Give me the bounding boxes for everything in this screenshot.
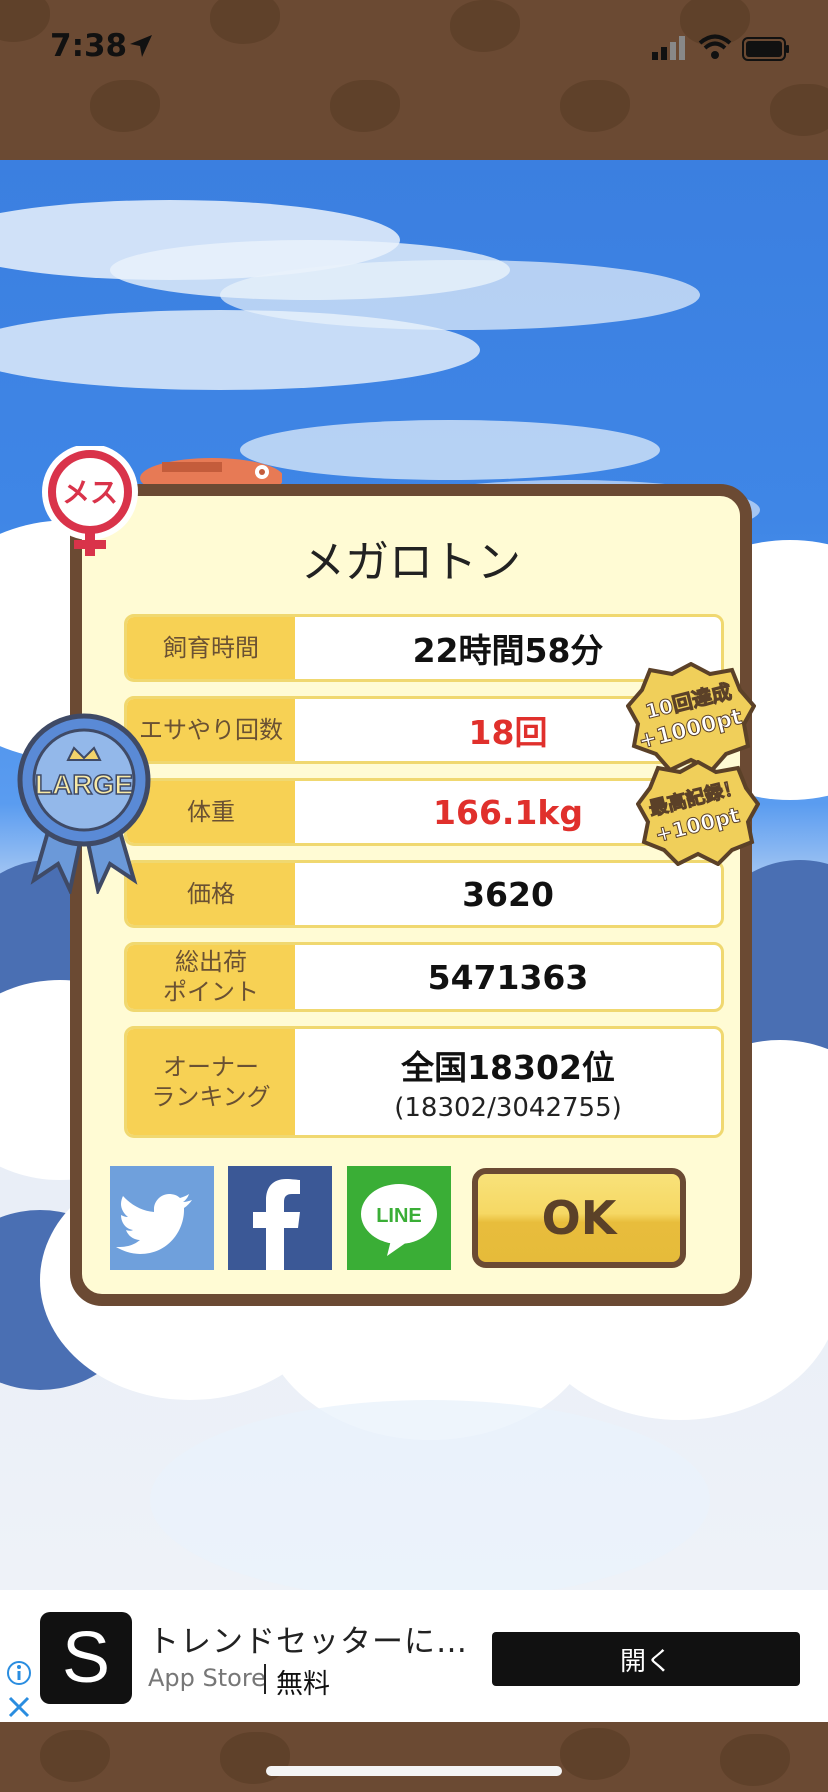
- twitter-share-button[interactable]: [110, 1166, 214, 1270]
- facebook-share-button[interactable]: [228, 1166, 332, 1270]
- location-arrow-icon: [130, 35, 152, 57]
- info-row-weight: 体重 166.1kg: [124, 778, 724, 846]
- bean-pattern: [220, 1732, 290, 1784]
- status-time: 7:38: [50, 28, 128, 64]
- bean-pattern: [720, 1734, 790, 1786]
- bean-pattern: [450, 0, 520, 52]
- bean-pattern: [0, 0, 50, 42]
- row-label-line: オーナー: [163, 1053, 259, 1081]
- ad-info-icon[interactable]: [6, 1660, 32, 1686]
- row-label-line: 総出荷: [175, 948, 247, 976]
- line-logo-text: LINE: [376, 1205, 422, 1227]
- achievement-badge-record: 最高記録！ +100pt: [636, 760, 760, 866]
- ad-price: 無料: [276, 1669, 330, 1700]
- achievement-badge-10-times: 10回達成 +1000pt: [626, 662, 756, 772]
- info-row-price: 価格 3620: [124, 860, 724, 928]
- info-row-total-points: 総出荷 ポイント 5471363: [124, 942, 724, 1012]
- bean-pattern: [90, 80, 160, 132]
- cellular-signal-icon: [652, 36, 685, 60]
- female-gender-badge: メス: [42, 446, 138, 556]
- ad-close-icon[interactable]: [6, 1694, 32, 1720]
- row-value: 3620: [462, 874, 554, 914]
- ranking-detail: (18302/3042755): [394, 1093, 622, 1123]
- row-label-line: ポイント: [163, 978, 259, 1006]
- bottom-pattern-band: [0, 1722, 828, 1792]
- ok-button[interactable]: OK: [472, 1168, 686, 1268]
- line-share-button[interactable]: LINE: [347, 1166, 451, 1270]
- pig-result-dialog: メガロトン 飼育時間 22時間58分 エサやり回数 18回 体重 166.1kg…: [70, 484, 752, 1306]
- gender-label: メス: [62, 476, 118, 509]
- dialog-title: メガロトン: [301, 537, 521, 588]
- row-label: オーナー ランキング: [127, 1029, 295, 1135]
- wifi-icon: [698, 34, 732, 59]
- home-indicator[interactable]: [266, 1766, 562, 1776]
- ribbon-label: LARGE: [35, 769, 133, 800]
- bean-pattern: [560, 1728, 630, 1780]
- bean-pattern: [560, 80, 630, 132]
- bean-pattern: [770, 84, 828, 136]
- row-value: 全国18302位 (18302/3042755): [295, 1029, 721, 1135]
- bean-pattern: [40, 1730, 110, 1782]
- bean-pattern: [210, 0, 280, 44]
- line-app-icon: LINE: [361, 1184, 437, 1256]
- ad-separator: [264, 1664, 266, 1694]
- ad-store-label: App Store: [148, 1664, 266, 1692]
- ad-app-icon[interactable]: S: [40, 1612, 132, 1704]
- row-label-line: ランキング: [151, 1083, 271, 1111]
- row-value: 5471363: [427, 957, 589, 997]
- info-row-owner-ranking: オーナー ランキング 全国18302位 (18302/3042755): [124, 1026, 724, 1138]
- ad-title[interactable]: トレンドセッターに…: [148, 1616, 468, 1661]
- battery-icon: [742, 37, 789, 61]
- large-size-ribbon-icon: LARGE: [17, 713, 151, 894]
- twitter-bird-icon: [116, 1194, 192, 1254]
- row-label: 総出荷 ポイント: [127, 945, 295, 1009]
- row-label: 飼育時間: [127, 617, 295, 679]
- bean-pattern: [330, 80, 400, 132]
- top-pattern-band: [0, 0, 828, 160]
- ad-banner[interactable]: S トレンドセッターに… App Store 無料 開く: [0, 1590, 828, 1722]
- ad-open-button[interactable]: 開く: [492, 1632, 800, 1686]
- facebook-f-icon: [253, 1179, 300, 1270]
- ranking-value: 全国18302位: [401, 1048, 615, 1087]
